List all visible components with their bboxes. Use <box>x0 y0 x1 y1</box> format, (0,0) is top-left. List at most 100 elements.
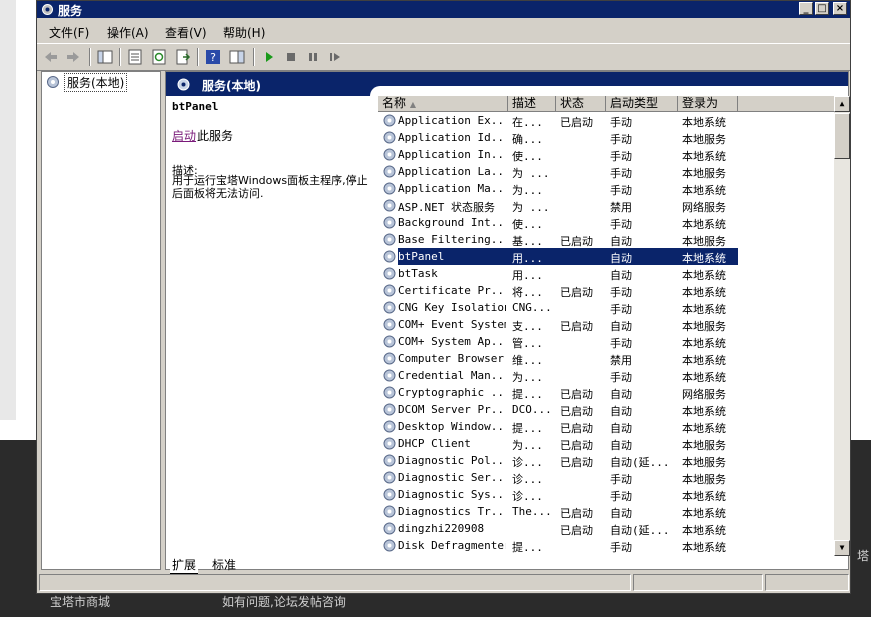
service-gear-icon <box>383 148 396 161</box>
restart-service-icon[interactable] <box>327 49 343 65</box>
service-name-cell: Application Id... <box>398 131 506 144</box>
column-header-status[interactable]: 状态 <box>556 96 606 112</box>
view-tabs: 扩展 标准 <box>166 556 846 574</box>
menu-file[interactable]: 文件(F) <box>49 24 89 41</box>
service-name-cell: COM+ Event System <box>398 318 506 331</box>
service-name-cell: ASP.NET 状态服务 <box>398 201 495 214</box>
service-name-cell: Diagnostic Pol... <box>398 454 506 467</box>
service-status-cell: 已启动 <box>560 388 593 401</box>
column-header-startup-type[interactable]: 启动类型 <box>606 96 678 112</box>
service-row[interactable]: COM+ Event System 支... 已启动 自动 本地服务 <box>378 316 838 333</box>
title-bar[interactable]: 服务 _ □ × <box>37 1 850 18</box>
properties-icon[interactable] <box>127 49 143 65</box>
start-service-link[interactable]: 启动 <box>172 127 196 144</box>
service-gear-icon <box>383 420 396 433</box>
service-name-cell: Base Filtering... <box>398 233 506 246</box>
pane-header: 服务(本地) <box>166 72 848 96</box>
toolbar: ? <box>37 43 850 71</box>
svg-text:?: ? <box>210 51 216 64</box>
side-text: 塔 <box>857 549 870 563</box>
sort-ascending-icon: ▲ <box>409 100 416 109</box>
refresh-icon[interactable] <box>151 49 167 65</box>
service-logon-cell: 本地系统 <box>682 218 726 231</box>
vertical-scrollbar[interactable]: ▲ ▼ <box>834 96 850 556</box>
minimize-button[interactable]: _ <box>799 2 813 15</box>
close-button[interactable]: × <box>833 2 847 15</box>
service-row[interactable]: Computer Browser 维... 禁用 本地系统 <box>378 350 838 367</box>
service-row[interactable]: Background Int... 使... 手动 本地系统 <box>378 214 838 231</box>
console-tree: 服务(本地) <box>41 71 161 570</box>
pause-service-icon[interactable] <box>305 49 321 65</box>
tab-standard[interactable]: 标准 <box>210 556 238 573</box>
service-row[interactable]: Application La... 为 ... 手动 本地服务 <box>378 163 838 180</box>
service-description-cell: 为 ... <box>512 167 550 180</box>
status-bar <box>37 572 850 592</box>
scroll-down-button[interactable]: ▼ <box>834 540 850 556</box>
service-logon-cell: 本地系统 <box>682 184 726 197</box>
start-service-icon[interactable] <box>261 49 277 65</box>
service-status-cell: 已启动 <box>560 320 593 333</box>
footer-link-shop[interactable]: 宝塔市商城 <box>50 593 110 610</box>
service-row[interactable]: Application Id... 确... 手动 本地服务 <box>378 129 838 146</box>
service-logon-cell: 网络服务 <box>682 201 726 214</box>
menu-view[interactable]: 查看(V) <box>165 24 207 41</box>
column-header-name[interactable]: 名称 ▲ <box>378 96 508 112</box>
status-panel <box>633 574 763 591</box>
service-row[interactable]: Application Ma... 为... 手动 本地系统 <box>378 180 838 197</box>
scroll-up-button[interactable]: ▲ <box>834 96 850 112</box>
scroll-thumb[interactable] <box>834 113 850 159</box>
service-row[interactable]: Diagnostic Ser... 诊... 手动 本地服务 <box>378 469 838 486</box>
service-startup-type-cell: 手动 <box>610 286 632 299</box>
service-description-cell: The... <box>512 505 552 518</box>
column-header-description[interactable]: 描述 <box>508 96 556 112</box>
service-startup-type-cell: 禁用 <box>610 201 632 214</box>
forward-arrow-icon[interactable] <box>65 49 81 65</box>
services-gear-icon <box>177 78 190 91</box>
service-gear-icon <box>383 301 396 314</box>
export-list-icon[interactable] <box>175 49 191 65</box>
service-description-cell: 为 ... <box>512 201 550 214</box>
column-header-logon-as[interactable]: 登录为 <box>678 96 738 112</box>
service-row[interactable]: Base Filtering... 基... 已启动 自动 本地服务 <box>378 231 838 248</box>
show-hide-action-pane-icon[interactable] <box>229 49 245 65</box>
service-gear-icon <box>383 352 396 365</box>
service-row[interactable]: Diagnostics Tr... The... 已启动 自动 本地系统 <box>378 503 838 520</box>
footer-link-forum[interactable]: 如有问题,论坛发帖咨询 <box>222 593 346 610</box>
service-name-cell: Cryptographic ... <box>398 386 506 399</box>
stop-service-icon[interactable] <box>283 49 299 65</box>
service-row[interactable]: btTask 用... 自动 本地系统 <box>378 265 838 282</box>
service-row[interactable]: Cryptographic ... 提... 已启动 自动 网络服务 <box>378 384 838 401</box>
description-text: 用于运行宝塔Windows面板主程序,停止后面板将无法访问. <box>172 174 368 200</box>
service-row[interactable]: Credential Man... 为... 手动 本地系统 <box>378 367 838 384</box>
back-arrow-icon[interactable] <box>43 49 59 65</box>
service-gear-icon <box>383 182 396 195</box>
service-name-cell: Computer Browser <box>398 352 504 365</box>
service-row[interactable]: Application Ex... 在... 已启动 手动 本地系统 <box>378 112 838 129</box>
service-name-cell: Diagnostic Sys... <box>398 488 506 501</box>
service-row[interactable]: Disk Defragmenter 提... 手动 本地系统 <box>378 537 838 554</box>
menu-action[interactable]: 操作(A) <box>107 24 149 41</box>
help-icon[interactable]: ? <box>205 49 221 65</box>
tree-item-services-local[interactable]: 服务(本地) <box>46 72 128 92</box>
service-row[interactable]: Diagnostic Pol... 诊... 已启动 自动(延... 本地服务 <box>378 452 838 469</box>
service-row[interactable]: DCOM Server Pr... DCO... 已启动 自动 本地系统 <box>378 401 838 418</box>
service-row[interactable]: Certificate Pr... 将... 已启动 手动 本地系统 <box>378 282 838 299</box>
service-row[interactable]: Application In... 使... 手动 本地系统 <box>378 146 838 163</box>
console-tree-icon[interactable] <box>97 49 113 65</box>
menu-help[interactable]: 帮助(H) <box>223 24 265 41</box>
service-status-cell: 已启动 <box>560 456 593 469</box>
service-row[interactable]: CNG Key Isolation CNG... 手动 本地系统 <box>378 299 838 316</box>
service-logon-cell: 本地系统 <box>682 303 726 316</box>
service-row[interactable]: Diagnostic Sys... 诊... 手动 本地系统 <box>378 486 838 503</box>
services-list: 名称 ▲ 描述 状态 启动类型 登录为 Application Ex... 在..… <box>378 96 850 556</box>
maximize-button[interactable]: □ <box>815 2 829 15</box>
service-gear-icon <box>383 437 396 450</box>
service-name-cell: Application In... <box>398 148 506 161</box>
service-row[interactable]: DHCP Client 为... 已启动 自动 本地服务 <box>378 435 838 452</box>
service-row[interactable]: ASP.NET 状态服务 为 ... 禁用 网络服务 <box>378 197 838 214</box>
service-row[interactable]: dingzhi220908 已启动 自动(延... 本地系统 <box>378 520 838 537</box>
service-row[interactable]: btPanel 用... 自动 本地系统 <box>378 248 838 265</box>
service-description-cell: 为... <box>512 439 543 452</box>
service-row[interactable]: COM+ System Ap... 管... 手动 本地系统 <box>378 333 838 350</box>
service-row[interactable]: Desktop Window... 提... 已启动 自动 本地系统 <box>378 418 838 435</box>
